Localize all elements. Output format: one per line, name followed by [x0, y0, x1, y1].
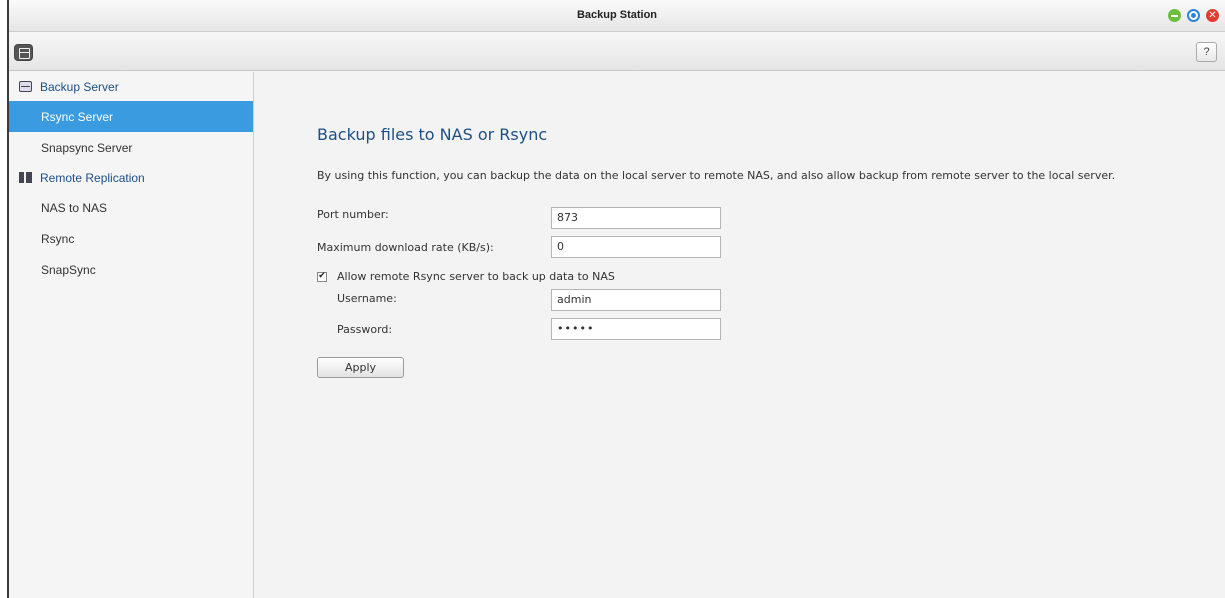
sidebar-item-label: Rsync Server — [41, 109, 114, 124]
sidebar: Backup Server Rsync Server Snapsync Serv… — [9, 72, 254, 598]
sidebar-item-rsync[interactable]: Rsync — [9, 223, 253, 254]
port-input[interactable]: 873 — [551, 207, 721, 229]
port-label: Port number: — [317, 208, 389, 221]
sidebar-item-snapsync[interactable]: SnapSync — [9, 254, 253, 285]
port-row: Port number: — [317, 208, 389, 221]
app-menu-icon[interactable] — [14, 44, 33, 61]
title-bar: Backup Station ✕ — [9, 0, 1225, 32]
max-rate-row: Maximum download rate (KB/s): — [317, 241, 494, 254]
allow-remote-row: ✔ Allow remote Rsync server to back up d… — [317, 270, 615, 283]
app-window: Backup Station ✕ ? Backup Server Rsync S… — [7, 0, 1225, 598]
help-button[interactable]: ? — [1196, 42, 1217, 62]
replication-icon — [19, 172, 32, 183]
username-label: Username: — [337, 292, 397, 305]
username-input[interactable]: admin — [551, 289, 721, 311]
sidebar-item-label: SnapSync — [41, 262, 96, 277]
apply-button[interactable]: Apply — [317, 357, 404, 378]
page-title: Backup files to NAS or Rsync — [317, 125, 548, 144]
window-controls: ✕ — [1168, 9, 1219, 22]
allow-remote-label: Allow remote Rsync server to back up dat… — [337, 270, 615, 283]
max-rate-input[interactable]: 0 — [551, 236, 721, 258]
sidebar-item-label: NAS to NAS — [41, 200, 108, 215]
maximize-button[interactable] — [1187, 9, 1200, 22]
password-row: Password: — [337, 323, 392, 336]
sidebar-group-backup-server[interactable]: Backup Server — [9, 72, 253, 101]
username-row: Username: — [337, 292, 397, 305]
max-rate-label: Maximum download rate (KB/s): — [317, 241, 494, 254]
server-icon — [19, 81, 32, 92]
sidebar-group-label: Backup Server — [40, 79, 119, 94]
sidebar-item-snapsync-server[interactable]: Snapsync Server — [9, 132, 253, 163]
window-title: Backup Station — [576, 9, 658, 21]
password-label: Password: — [337, 323, 393, 336]
password-input[interactable]: ••••• — [551, 318, 721, 340]
sidebar-item-label: Snapsync Server — [41, 140, 133, 155]
close-button[interactable]: ✕ — [1206, 9, 1219, 22]
main-panel: Backup files to NAS or Rsync By using th… — [257, 72, 1225, 598]
sidebar-group-remote-replication[interactable]: Remote Replication — [9, 163, 253, 192]
sidebar-group-label: Remote Replication — [40, 170, 145, 185]
allow-remote-checkbox[interactable]: ✔ — [317, 271, 327, 282]
description-text: By using this function, you can backup t… — [317, 169, 1116, 182]
toolbar: ? — [9, 32, 1225, 71]
minimize-button[interactable] — [1168, 9, 1181, 22]
sidebar-item-rsync-server[interactable]: Rsync Server — [9, 101, 253, 132]
sidebar-item-nas-to-nas[interactable]: NAS to NAS — [9, 192, 253, 223]
sidebar-item-label: Rsync — [41, 231, 75, 246]
